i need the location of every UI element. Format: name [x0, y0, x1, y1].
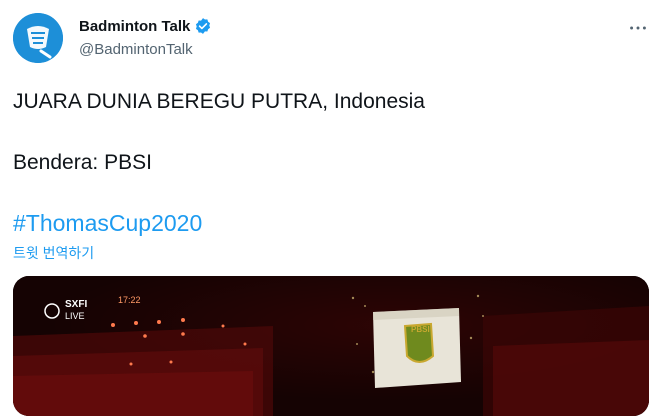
shuttlecock-logo-icon: [13, 13, 63, 63]
flag-text: PBSI: [411, 325, 430, 334]
overlay-time: 17:22: [118, 295, 141, 305]
avatar[interactable]: [13, 13, 63, 63]
translate-tweet-link[interactable]: 트윗 번역하기: [13, 243, 94, 263]
overlay-live: LIVE: [65, 311, 85, 321]
overlay-brand: SXFI: [65, 299, 87, 310]
tweet-line-title: JUARA DUNIA BEREGU PUTRA, Indonesia: [13, 90, 425, 113]
tweet-media[interactable]: PBSI SXFI LIVE 17:22: [13, 276, 649, 416]
display-name[interactable]: Badminton Talk: [79, 18, 190, 35]
more-options-button[interactable]: [624, 16, 652, 40]
pbsi-flag: PBSI: [373, 308, 461, 388]
author-handle[interactable]: @BadmintonTalk: [79, 41, 193, 58]
verified-badge-icon: [194, 17, 212, 35]
author-name-row: Badminton Talk: [79, 17, 212, 35]
media-image: PBSI SXFI LIVE 17:22: [13, 276, 649, 416]
tweet-line-flag: Bendera: PBSI: [13, 151, 152, 174]
more-options-icon: [630, 26, 646, 30]
hashtag-link[interactable]: #ThomasCup2020: [13, 209, 202, 237]
